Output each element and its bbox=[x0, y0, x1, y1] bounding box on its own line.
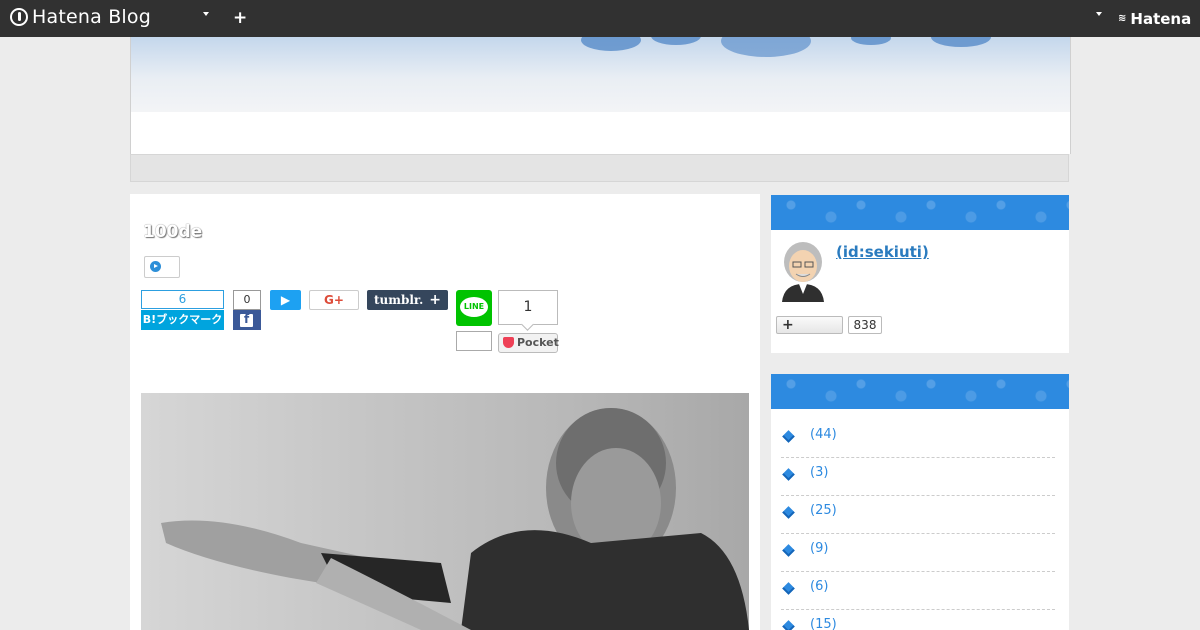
diamond-bullet-icon bbox=[782, 468, 795, 481]
diamond-bullet-icon bbox=[782, 430, 795, 443]
profile-module-header bbox=[771, 195, 1069, 230]
play-icon bbox=[150, 261, 161, 272]
category-item[interactable]: (15) bbox=[781, 610, 1055, 630]
account-menu-caret-icon[interactable] bbox=[1096, 12, 1102, 16]
follow-button[interactable]: + bbox=[776, 316, 843, 334]
follow-plus-icon: + bbox=[782, 317, 794, 333]
hatena-mark-icon: ≋ bbox=[1118, 13, 1127, 24]
category-count[interactable]: (25) bbox=[810, 503, 837, 518]
line-share-button[interactable]: LINE bbox=[456, 290, 492, 326]
blog-title-area bbox=[130, 112, 1071, 154]
hatena-brand-text: Hatena bbox=[1130, 10, 1192, 28]
audio-play-button[interactable] bbox=[144, 256, 180, 278]
tumblr-label: tumblr. bbox=[374, 293, 424, 307]
global-header: Hatena Blog + ≋ Hatena bbox=[0, 0, 1200, 37]
article-photo bbox=[141, 393, 749, 630]
twitter-share-button[interactable]: ▶ bbox=[270, 290, 301, 310]
add-entry-plus-icon[interactable]: + bbox=[233, 8, 247, 28]
category-module: (44) (3) (25) (9) (6) (15) bbox=[771, 374, 1069, 630]
diamond-bullet-icon bbox=[782, 620, 795, 630]
diamond-bullet-icon bbox=[782, 582, 795, 595]
category-item[interactable]: (44) bbox=[781, 420, 1055, 458]
line-icon: LINE bbox=[460, 297, 488, 317]
hatena-blog-logo-icon bbox=[10, 8, 28, 26]
article-photo-illustration bbox=[161, 408, 749, 630]
diamond-bullet-icon bbox=[782, 544, 795, 557]
facebook-share-button[interactable] bbox=[233, 310, 261, 330]
hatena-brand-link[interactable]: ≋ Hatena bbox=[1118, 10, 1191, 28]
pocket-icon bbox=[503, 337, 514, 348]
category-count[interactable]: (44) bbox=[810, 427, 837, 442]
category-count[interactable]: (9) bbox=[810, 541, 828, 556]
follower-count[interactable]: 838 bbox=[848, 316, 882, 334]
profile-module: (id:sekiuti) + 838 bbox=[771, 195, 1069, 353]
line-share-count bbox=[456, 331, 492, 351]
category-count[interactable]: (3) bbox=[810, 465, 828, 480]
category-count[interactable]: (6) bbox=[810, 579, 828, 594]
diamond-bullet-icon bbox=[782, 506, 795, 519]
hatena-bookmark-button[interactable]: B!ブックマーク bbox=[141, 310, 224, 330]
category-count[interactable]: (15) bbox=[810, 617, 837, 630]
category-item[interactable]: (3) bbox=[781, 458, 1055, 496]
profile-name-link[interactable]: (id:sekiuti) bbox=[836, 243, 929, 261]
entry-title[interactable]: 100de bbox=[143, 222, 202, 242]
category-item[interactable]: (9) bbox=[781, 534, 1055, 572]
pocket-label: Pocket bbox=[517, 336, 559, 349]
facebook-icon bbox=[240, 312, 253, 327]
logo-text: Hatena Blog bbox=[32, 6, 151, 28]
blog-header-image bbox=[130, 37, 1071, 113]
blog-description-bar bbox=[130, 154, 1069, 182]
category-item[interactable]: (6) bbox=[781, 572, 1055, 610]
tumblr-share-button[interactable]: tumblr. + bbox=[367, 290, 448, 310]
facebook-share-count: 0 bbox=[233, 290, 261, 310]
hatena-blog-logo[interactable]: Hatena Blog bbox=[10, 6, 151, 28]
google-plus-share-button[interactable]: G+ bbox=[309, 290, 359, 310]
blog-menu-caret-icon[interactable] bbox=[203, 12, 209, 16]
hatena-bookmark-count[interactable]: 6 bbox=[141, 290, 224, 309]
category-module-header bbox=[771, 374, 1069, 409]
profile-avatar[interactable] bbox=[780, 240, 826, 302]
twitter-icon: ▶ bbox=[280, 293, 291, 307]
pocket-save-button[interactable]: Pocket bbox=[498, 333, 559, 353]
tumblr-plus-icon: + bbox=[429, 292, 441, 308]
category-item[interactable]: (25) bbox=[781, 496, 1055, 534]
